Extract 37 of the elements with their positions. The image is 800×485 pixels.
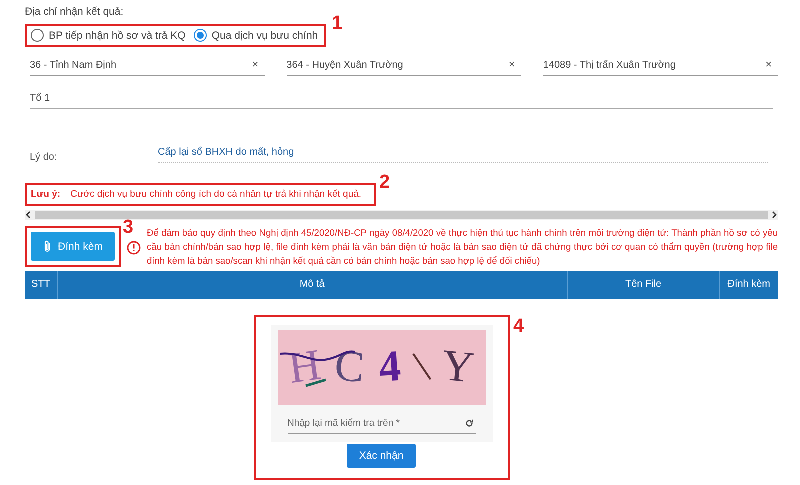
warning-text: Để đảm bảo quy định theo Nghị định 45/2020/NĐ-CP ngày 08/4/2020 về thực hiện thủ tục hành chính trên môi trường điện tử: Thành phần hồ sơ có yêu cầu bản chính/bản sao hợp lệ, file đính kèm phải là văn bản điện tử hoặc là bản sao điện tử đã chứng thực bởi cơ quan có thẩm quyền (trường hợp file đính kèm là bản sao/scan khi nhận kết quả cần có bản chính hoặc bản sao hợp lệ để đối chiếu) bbox=[147, 227, 778, 268]
section-label: Địa chỉ nhận kết quả: bbox=[25, 6, 125, 18]
clear-icon[interactable]: × bbox=[252, 59, 265, 71]
warning-icon bbox=[127, 241, 141, 255]
captcha-field[interactable]: Nhập lại mã kiểm tra trên * bbox=[288, 414, 464, 434]
address-field[interactable]: Tổ 1 bbox=[30, 88, 773, 109]
field-label: Lý do: bbox=[30, 152, 58, 163]
radio-icon bbox=[31, 29, 44, 42]
annotation-number: 2 bbox=[380, 173, 390, 192]
annotation-number: 4 bbox=[514, 316, 524, 336]
note-label: Lưu ý: bbox=[31, 189, 61, 200]
column-header: Tên File bbox=[568, 270, 720, 299]
reason-value: Cấp lại sổ BHXH do mất, hỏng bbox=[158, 147, 768, 163]
confirm-button[interactable]: Xác nhận bbox=[347, 444, 416, 468]
clear-icon[interactable]: × bbox=[766, 59, 778, 71]
annotation-number: 3 bbox=[123, 218, 134, 237]
captcha-character: Y bbox=[440, 344, 476, 391]
radio-option[interactable]: Qua dịch vụ bưu chính bbox=[194, 29, 318, 42]
select-field[interactable]: 36 - Tỉnh Nam Định × bbox=[30, 55, 265, 76]
paperclip-icon bbox=[43, 240, 52, 253]
column-header: Mô tả bbox=[58, 270, 568, 299]
chevron-right-icon[interactable] bbox=[770, 211, 778, 219]
radio-option[interactable]: BP tiếp nhận hồ sơ và trả KQ bbox=[31, 29, 186, 42]
chevron-left-icon[interactable] bbox=[25, 211, 33, 219]
captcha-character: C bbox=[334, 344, 366, 390]
captcha-character: \ bbox=[410, 344, 434, 390]
refresh-icon[interactable] bbox=[464, 419, 474, 428]
annotation-number: 1 bbox=[332, 14, 343, 33]
captcha-character: 4 bbox=[378, 344, 403, 390]
radio-icon bbox=[194, 29, 207, 42]
select-field[interactable]: 14089 - Thị trấn Xuân Trường × bbox=[543, 55, 778, 76]
clear-icon[interactable]: × bbox=[508, 59, 522, 71]
column-header: STT bbox=[25, 270, 58, 299]
scrollbar[interactable] bbox=[25, 210, 778, 220]
select-field[interactable]: 364 - Huyện Xuân Trường × bbox=[286, 55, 522, 76]
note-text: Cước dịch vụ bưu chính công ích do cá nhân tự trả khi nhận kết quả. bbox=[70, 189, 362, 200]
column-header: Đính kèm bbox=[726, 278, 772, 292]
